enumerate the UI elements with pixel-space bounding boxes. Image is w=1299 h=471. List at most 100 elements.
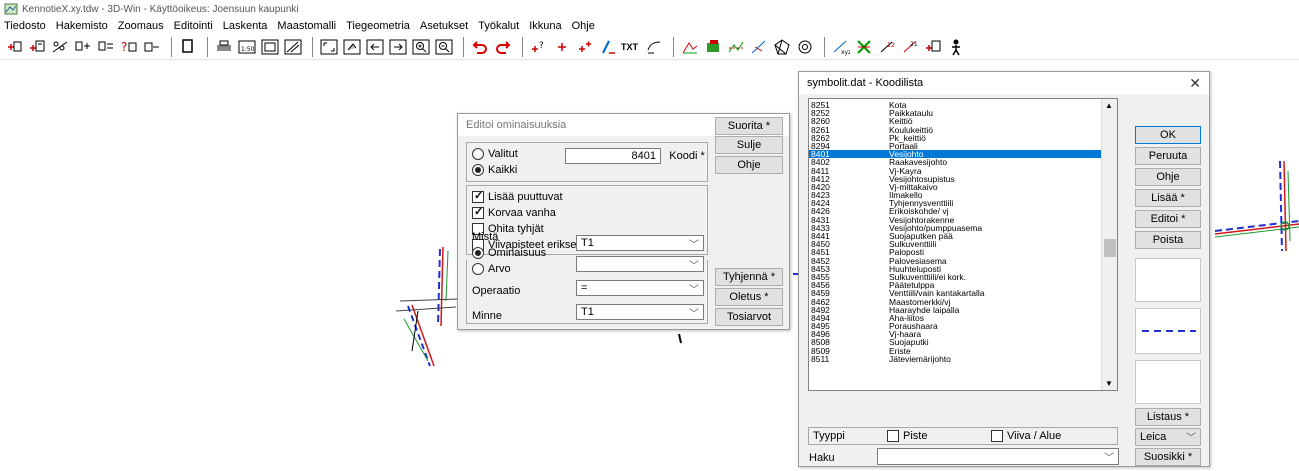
clear-button[interactable]: Tyhjennä * — [715, 268, 783, 286]
code-listbox[interactable]: 8251 Kota 8252 Paikkataulu 8260 Keittiö 8261 Ko… — [808, 98, 1118, 391]
radio-value[interactable] — [472, 263, 484, 275]
list-item[interactable]: 8424 Tyhjennysventtiili — [809, 199, 1103, 208]
list-item[interactable]: 8509 Eriste — [809, 346, 1103, 355]
list-item[interactable]: 8451 Paloposti — [809, 248, 1103, 257]
true-values-button[interactable]: Tosiarvot — [715, 308, 783, 326]
list-item[interactable]: 8452 Palovesiasema — [809, 256, 1103, 265]
menu-tools[interactable]: Työkalut — [478, 20, 519, 32]
radio-all[interactable] — [472, 164, 484, 176]
defaults-button[interactable]: Oletus * — [715, 288, 783, 306]
tool-delete-xyz[interactable] — [854, 37, 874, 57]
listing-button[interactable]: Listaus * — [1135, 408, 1201, 426]
tool-target[interactable] — [795, 37, 815, 57]
check-replace-old[interactable] — [472, 205, 484, 219]
scroll-up-icon[interactable]: ▲ — [1105, 101, 1113, 110]
list-item[interactable]: 8496 Vj-haara — [809, 330, 1103, 339]
tool-copy[interactable] — [178, 37, 198, 57]
menu-directory[interactable]: Hakemisto — [56, 20, 108, 32]
tool-pan-right[interactable] — [388, 37, 408, 57]
cancel-button[interactable]: Peruuta — [1135, 147, 1201, 165]
tool-query[interactable]: ? — [119, 37, 139, 57]
tool-level[interactable]: 12 — [877, 37, 897, 57]
menu-zoom[interactable]: Zoomaus — [118, 20, 164, 32]
radio-attribute[interactable] — [472, 247, 484, 259]
tool-select-2[interactable] — [96, 37, 116, 57]
list-item[interactable]: 8401 Vesijohto — [809, 150, 1103, 158]
list-item[interactable]: 8411 Vj-Kayra — [809, 166, 1103, 175]
target-select[interactable]: T1 ﹀ — [576, 304, 704, 320]
favorite-button[interactable]: Suosikki * — [1135, 448, 1201, 466]
device-select[interactable]: Leica ﹀ — [1135, 428, 1201, 446]
list-item[interactable]: 8511 Jäteviemärijohto — [809, 354, 1103, 363]
tool-level-2[interactable]: 21 — [900, 37, 920, 57]
check-point[interactable] — [887, 430, 899, 442]
value-select[interactable]: ﹀ — [576, 256, 704, 272]
list-item[interactable]: 8495 Poraushaara — [809, 322, 1103, 331]
attribute-select[interactable]: T1 ﹀ — [576, 235, 704, 251]
tool-person[interactable] — [946, 37, 966, 57]
list-item[interactable]: 8459 Venttiili/vain kantakartalla — [809, 289, 1103, 298]
code-button[interactable]: Koodi * — [666, 147, 708, 165]
tool-profile[interactable] — [726, 37, 746, 57]
menu-window[interactable]: Ikkuna — [529, 20, 561, 32]
tool-text[interactable]: TXT — [621, 42, 638, 52]
operation-select[interactable]: = ﹀ — [576, 280, 704, 296]
list-item[interactable]: 8412 Vesijohtosupistus — [809, 174, 1103, 183]
list-item[interactable]: 8260 Keittiö — [809, 117, 1103, 126]
tool-undo[interactable] — [470, 37, 490, 57]
list-item[interactable]: 8508 Suojaputki — [809, 338, 1103, 347]
tool-arrow[interactable] — [142, 37, 162, 57]
list-item[interactable]: 8294 Portaali — [809, 142, 1103, 151]
tool-zoom-extents[interactable] — [319, 37, 339, 57]
tool-xyz[interactable]: xyz — [831, 37, 851, 57]
tool-zoom-in[interactable] — [411, 37, 431, 57]
tool-add-point[interactable] — [552, 37, 572, 57]
list-item[interactable]: 8450 Sulkuventtiili — [809, 240, 1103, 249]
menu-file[interactable]: Tiedosto — [4, 20, 46, 32]
list-item[interactable]: 8433 Vesijohto/pumppuasema — [809, 223, 1103, 232]
menu-road-geometry[interactable]: Tiegeometria — [346, 20, 410, 32]
list-item[interactable]: 8441 Suojaputken pää — [809, 232, 1103, 241]
search-input[interactable]: ﹀ — [877, 448, 1119, 465]
tool-line[interactable] — [598, 37, 618, 57]
scroll-down-icon[interactable]: ▼ — [1105, 379, 1113, 388]
check-line-area[interactable] — [991, 430, 1003, 442]
list-item[interactable]: 8423 Ilmakello — [809, 191, 1103, 200]
tool-layer[interactable] — [703, 37, 723, 57]
menu-calculation[interactable]: Laskenta — [223, 20, 268, 32]
list-item[interactable]: 8420 Vj-mittakaivo — [809, 183, 1103, 192]
tool-new-point-3[interactable] — [923, 37, 943, 57]
list-item[interactable]: 8455 Sulkuventtiili/ei kork. — [809, 273, 1103, 282]
tool-measure[interactable] — [644, 37, 664, 57]
code-help-button[interactable]: Ohje — [1135, 168, 1201, 186]
tool-scale[interactable]: 1:50 — [237, 37, 257, 57]
menu-help[interactable]: Ohje — [572, 20, 595, 32]
list-item[interactable]: 8262 Pk_keittiö — [809, 133, 1103, 142]
tool-redo[interactable] — [493, 37, 513, 57]
tool-terrain[interactable] — [680, 37, 700, 57]
tool-zoom-out[interactable] — [434, 37, 454, 57]
list-item[interactable]: 8426 Erikoiskohde/ vj — [809, 207, 1103, 216]
tool-add-points[interactable] — [575, 37, 595, 57]
run-button[interactable]: Suorita * — [715, 117, 783, 135]
edit-button[interactable]: Editoi * — [1135, 210, 1201, 228]
code-list-scrollbar[interactable]: ▲ ▼ — [1101, 99, 1117, 390]
scroll-thumb[interactable] — [1104, 239, 1116, 257]
tool-new-point[interactable] — [4, 37, 24, 57]
close-button[interactable]: Sulje — [715, 136, 783, 154]
tool-hatch[interactable] — [283, 37, 303, 57]
list-item[interactable]: 8261 Koulukeittiö — [809, 125, 1103, 134]
tool-new-point-2[interactable] — [27, 37, 47, 57]
tool-frame[interactable] — [260, 37, 280, 57]
help-button[interactable]: Ohje — [715, 156, 783, 174]
tool-select[interactable] — [73, 37, 93, 57]
list-item[interactable]: 8494 Aha-liitos — [809, 314, 1103, 323]
tool-point-query[interactable]: ? — [529, 37, 549, 57]
tool-section[interactable] — [749, 37, 769, 57]
list-item[interactable]: 8492 Haarayhde laipalla — [809, 305, 1103, 314]
radio-selected[interactable] — [472, 148, 484, 160]
ok-button[interactable]: OK — [1135, 126, 1201, 144]
delete-button[interactable]: Poista — [1135, 231, 1201, 249]
menu-edit[interactable]: Editointi — [174, 20, 213, 32]
list-item[interactable]: 8402 Raakavesijohto — [809, 158, 1103, 167]
